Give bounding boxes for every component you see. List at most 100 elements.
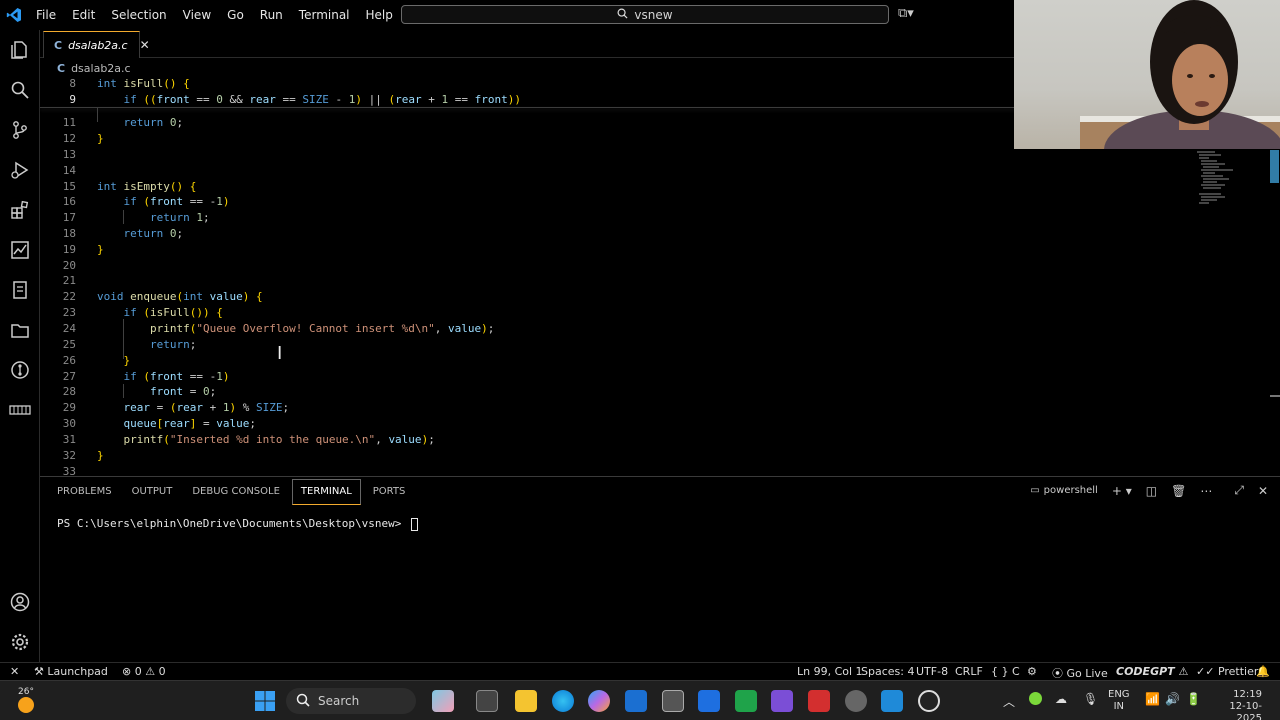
more-actions-icon[interactable]: ⋯ [1200, 484, 1212, 498]
search-sidebar-icon[interactable] [8, 78, 32, 102]
volume-icon[interactable]: 🔊 [1165, 692, 1180, 706]
clock[interactable]: 12:19 12-10-2025 [1206, 689, 1262, 720]
cursor-position[interactable]: Ln 99, Col 1 [797, 665, 863, 678]
edge-browser-icon[interactable] [552, 690, 574, 712]
run-debug-icon[interactable] [8, 158, 32, 182]
split-terminal-icon[interactable]: ◫ [1146, 484, 1157, 498]
folder-icon[interactable] [8, 318, 32, 342]
file-explorer-icon[interactable] [515, 690, 537, 712]
obs-icon[interactable] [918, 690, 940, 712]
tab-problems[interactable]: PROBLEMS [49, 477, 120, 507]
remote-icon[interactable] [8, 398, 32, 422]
store-icon[interactable] [625, 690, 647, 712]
terminal-shell-selector[interactable]: ▭ powershell [1030, 485, 1098, 496]
code-line[interactable]: 22 void enqueue(int value) { [40, 289, 1210, 305]
git-graph-icon[interactable] [8, 358, 32, 382]
launchpad-button[interactable]: ⚒ Launchpad [34, 665, 108, 678]
menu-file[interactable]: File [28, 0, 64, 30]
code-line[interactable]: 32} [40, 448, 1210, 464]
visual-studio-icon[interactable] [771, 690, 793, 712]
code-line[interactable]: 17 return 1; [40, 210, 1210, 226]
settings-app-icon[interactable] [845, 690, 867, 712]
trash-icon[interactable]: 🗑 [1171, 484, 1186, 498]
chart-icon[interactable] [8, 238, 32, 262]
line-ending[interactable]: CRLF [955, 665, 983, 678]
language-mode[interactable]: { } C [991, 665, 1020, 678]
explorer-icon[interactable] [8, 38, 32, 62]
close-icon[interactable]: ✕ [140, 38, 150, 52]
menu-go[interactable]: Go [219, 0, 252, 30]
dev-app-icon[interactable] [698, 690, 720, 712]
codegpt-button[interactable]: CODEGPT ⚠ [1116, 665, 1188, 678]
code-line[interactable]: 29 rear = (rear + 1) % SIZE; [40, 400, 1210, 416]
battery-icon[interactable]: 🔋 [1186, 692, 1201, 706]
extensions-icon[interactable] [8, 198, 32, 222]
tab-terminal[interactable]: TERMINAL [291, 479, 361, 505]
notifications-bell-icon[interactable]: 🔔 [1256, 665, 1270, 678]
tab-debug-console[interactable]: DEBUG CONSOLE [184, 477, 288, 507]
code-line[interactable]: 20 [40, 258, 1210, 274]
go-live-button[interactable]: ⦿ Go Live [1052, 665, 1108, 681]
tray-chevron-icon[interactable]: ︿ [1003, 693, 1015, 710]
remote-indicator-icon[interactable]: ✕ [10, 665, 19, 678]
editor-scrollbar[interactable] [1270, 150, 1279, 183]
menu-terminal[interactable]: Terminal [291, 0, 358, 30]
problems-count[interactable]: ⊗ 0 ⚠ 0 [122, 665, 166, 678]
code-line[interactable]: 31 printf("Inserted %d into the queue.\n… [40, 432, 1210, 448]
copilot-icon[interactable]: ⧉▾ [898, 6, 914, 21]
close-panel-icon[interactable]: ✕ [1258, 484, 1268, 498]
code-line[interactable]: 23 if (isFull()) { [40, 305, 1210, 321]
notebook-icon[interactable] [8, 278, 32, 302]
menu-view[interactable]: View [175, 0, 219, 30]
tray-app-icon[interactable] [1029, 692, 1042, 705]
code-line[interactable]: 26 } [40, 353, 1210, 369]
account-icon[interactable] [8, 590, 32, 614]
breadcrumb[interactable]: C dsalab2a.c [40, 60, 131, 76]
source-control-icon[interactable] [8, 118, 32, 142]
menu-edit[interactable]: Edit [64, 0, 103, 30]
code-line[interactable]: 28 front = 0; [40, 384, 1210, 400]
code-line[interactable]: 16 if (front == -1) [40, 194, 1210, 210]
windows-start-icon[interactable] [254, 690, 276, 716]
code-line[interactable]: 13 [40, 147, 1210, 163]
code-line[interactable]: 21 [40, 273, 1210, 289]
language-indicator[interactable]: ENG IN [1108, 689, 1130, 713]
box-app-icon[interactable] [662, 690, 684, 712]
copilot-status-icon[interactable]: ⚙ [1027, 665, 1037, 678]
code-line[interactable]: 24 printf("Queue Overflow! Cannot insert… [40, 321, 1210, 337]
m365-icon[interactable] [588, 690, 610, 712]
vscode-taskbar-icon[interactable] [881, 690, 903, 712]
menu-run[interactable]: Run [252, 0, 291, 30]
code-line[interactable]: 19} [40, 242, 1210, 258]
wps-icon[interactable] [808, 690, 830, 712]
code-line[interactable]: 27 if (front == -1) [40, 369, 1210, 385]
maximize-panel-icon[interactable]: ⤢ [1234, 483, 1244, 498]
code-line[interactable]: 14 [40, 163, 1210, 179]
minimap[interactable] [1195, 150, 1235, 210]
code-line[interactable]: 15 int isEmpty() { [40, 179, 1210, 195]
microphone-icon[interactable]: 🎙 [1083, 692, 1098, 706]
weather-widget[interactable]: 26° [18, 687, 34, 713]
code-line[interactable]: 30 queue[rear] = value; [40, 416, 1210, 432]
xbox-icon[interactable] [735, 690, 757, 712]
new-terminal-plus-icon[interactable]: + ▾ [1112, 484, 1132, 498]
code-line[interactable]: 25 return; [40, 337, 1210, 353]
command-center-search[interactable]: vsnew [401, 5, 889, 24]
encoding[interactable]: UTF-8 [916, 665, 948, 678]
indentation[interactable]: Spaces: 4 [861, 665, 914, 678]
prettier-button[interactable]: ✓✓ Prettier [1196, 665, 1258, 678]
menu-help[interactable]: Help [358, 0, 401, 30]
wifi-icon[interactable]: 📶 [1145, 692, 1160, 706]
tab-ports[interactable]: PORTS [365, 477, 414, 507]
code-line[interactable]: 18 return 0; [40, 226, 1210, 242]
settings-gear-icon[interactable] [8, 630, 32, 654]
tab-dsalab2a[interactable]: C dsalab2a.c ✕ [43, 31, 150, 58]
breadcrumb-file[interactable]: dsalab2a.c [71, 62, 131, 75]
taskbar-search[interactable]: Search [286, 688, 416, 714]
onedrive-icon[interactable]: ☁ [1055, 692, 1067, 706]
terminal-output[interactable]: PS C:\Users\elphin\OneDrive\Documents\De… [57, 517, 418, 531]
copilot-app-icon[interactable] [432, 690, 454, 712]
task-view-icon[interactable] [476, 690, 498, 712]
menu-selection[interactable]: Selection [103, 0, 174, 30]
tab-output[interactable]: OUTPUT [124, 477, 181, 507]
